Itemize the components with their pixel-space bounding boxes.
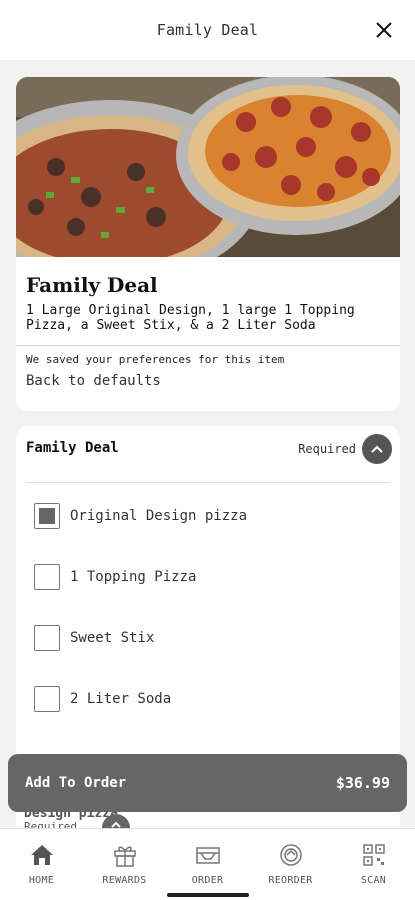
item-card: Family Deal 1 Large Original Design, 1 l… — [16, 77, 400, 411]
order-price: $36.99 — [335, 774, 390, 792]
nav-rewards[interactable]: REWARDS — [83, 829, 166, 900]
qr-scan-icon — [362, 844, 385, 866]
reorder-icon — [279, 844, 302, 866]
checkbox-checked[interactable] — [34, 503, 60, 529]
chevron-up-icon — [111, 821, 121, 828]
nav-label: REWARDS — [102, 875, 147, 886]
item-description: 1 Large Original Design, 1 large 1 Toppi… — [26, 303, 355, 333]
option-sweet-stix[interactable]: Sweet Stix — [34, 624, 154, 652]
chevron-up-icon — [371, 445, 383, 453]
add-to-order-button[interactable]: Add To Order $36.99 — [8, 754, 407, 812]
option-2-liter-soda[interactable]: 2 Liter Soda — [34, 685, 171, 713]
pizza-photo — [16, 77, 400, 257]
nav-label: HOME — [28, 875, 55, 886]
order-icon — [195, 847, 220, 864]
checkbox[interactable] — [34, 686, 60, 712]
bottom-nav: HOME REWARDS ORDER REORDER SCAN — [0, 828, 415, 900]
nav-label: REORDER — [268, 875, 313, 886]
option-original-design-pizza[interactable]: Original Design pizza — [34, 502, 247, 530]
option-1-topping-pizza[interactable]: 1 Topping Pizza — [34, 563, 196, 591]
back-to-defaults-link[interactable]: Back to defaults — [26, 373, 161, 389]
page-title: Family Deal — [156, 21, 259, 39]
close-icon[interactable] — [371, 17, 397, 43]
option-label: Original Design pizza — [70, 508, 248, 524]
divider — [26, 482, 390, 483]
required-label: Required — [298, 442, 356, 456]
option-label: 1 Topping Pizza — [70, 569, 197, 585]
option-label: Sweet Stix — [70, 630, 155, 646]
home-indicator — [167, 893, 249, 897]
gift-icon — [113, 846, 136, 867]
nav-home[interactable]: HOME — [0, 829, 83, 900]
add-to-order-label: Add To Order — [25, 775, 127, 791]
top-bar: Family Deal — [0, 0, 415, 60]
saved-preferences-note: We saved your preferences for this item — [26, 353, 285, 366]
option-label: 2 Liter Soda — [70, 691, 172, 707]
item-title: Family Deal — [26, 273, 158, 297]
nav-order[interactable]: ORDER — [166, 829, 249, 900]
nav-label: SCAN — [360, 875, 387, 886]
nav-label: ORDER — [191, 875, 224, 886]
checkbox[interactable] — [34, 625, 60, 651]
nav-scan[interactable]: SCAN — [332, 829, 415, 900]
checkbox[interactable] — [34, 564, 60, 590]
nav-reorder[interactable]: REORDER — [249, 829, 332, 900]
divider — [16, 345, 400, 346]
home-icon — [30, 845, 53, 865]
option-group-title: Family Deal — [26, 440, 119, 456]
collapse-button[interactable] — [362, 434, 392, 464]
